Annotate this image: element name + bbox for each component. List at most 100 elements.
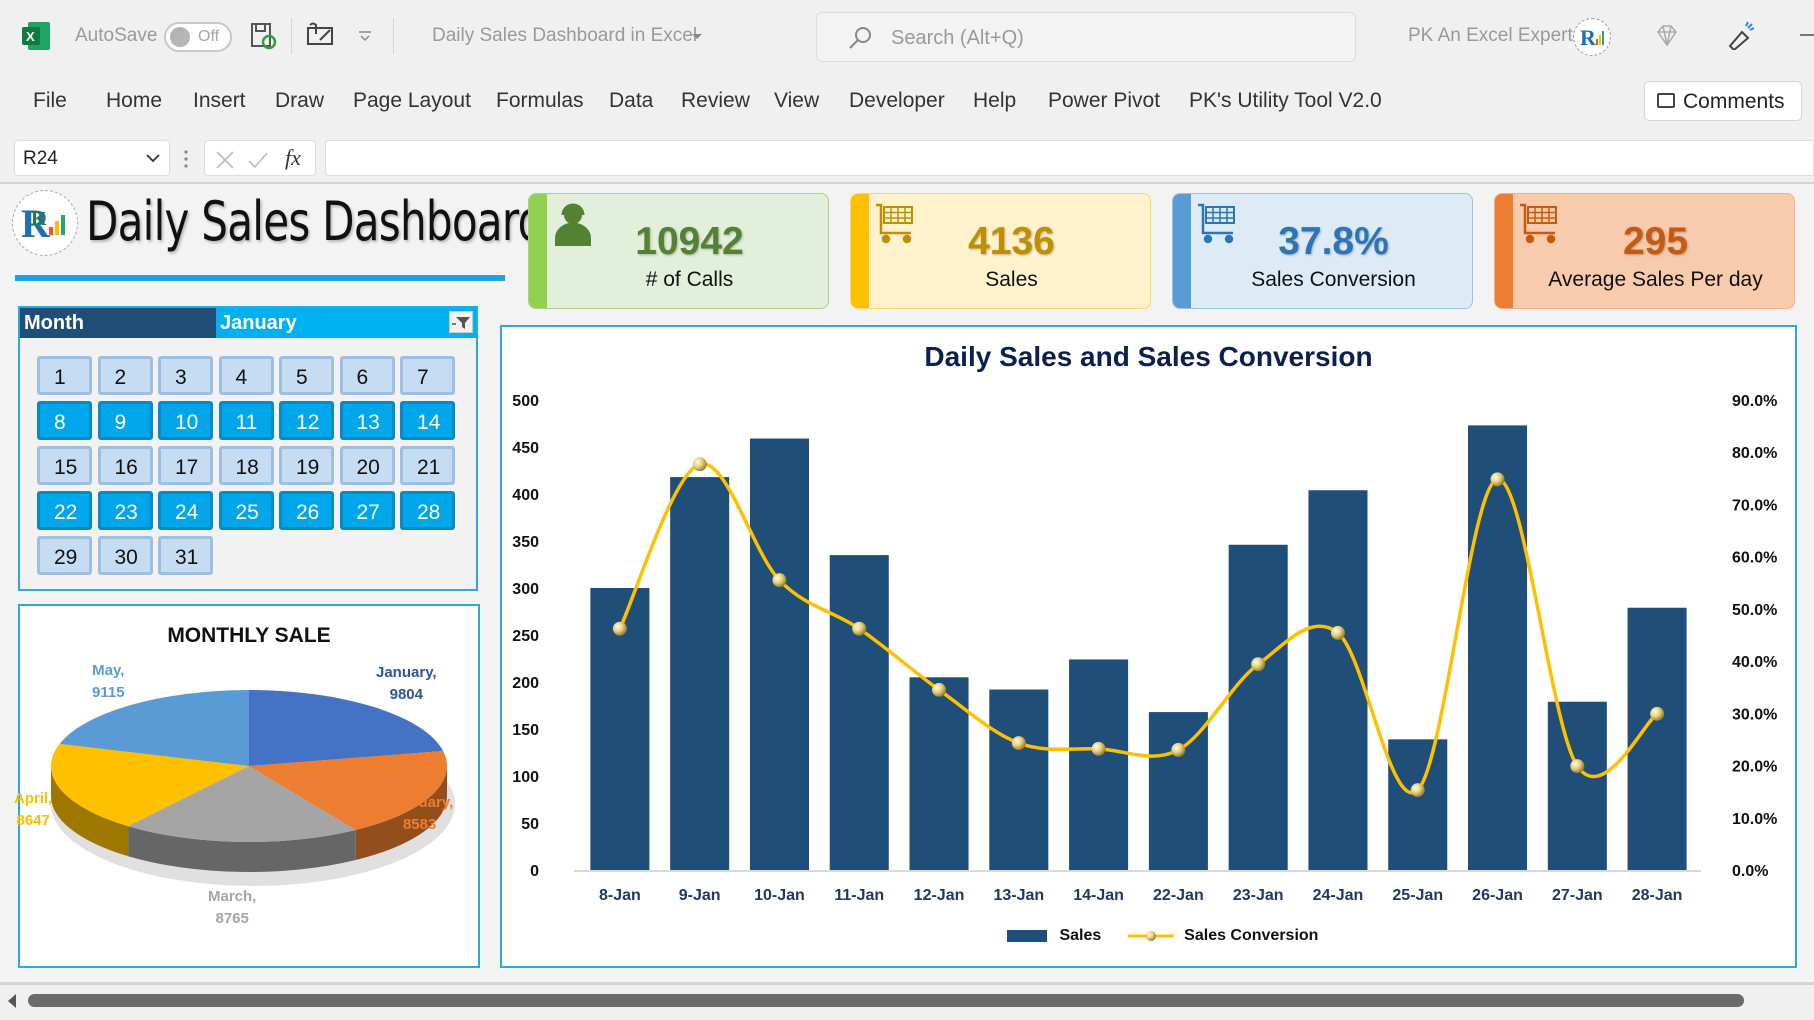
email-attach-icon[interactable] (306, 22, 336, 48)
point-conversion-14-Jan[interactable] (1091, 741, 1106, 756)
day-button-26[interactable]: 26 (279, 491, 334, 530)
tab-power-pivot[interactable]: Power Pivot (1048, 89, 1160, 113)
day-button-19[interactable]: 19 (279, 446, 334, 485)
day-button-2[interactable]: 2 (97, 356, 153, 395)
bar-sales-25-Jan[interactable] (1388, 739, 1448, 870)
bar-sales-13-Jan[interactable] (989, 689, 1049, 870)
horizontal-scrollbar[interactable] (0, 982, 1814, 1020)
day-button-10[interactable]: 10 (158, 401, 213, 440)
bar-sales-11-Jan[interactable] (829, 555, 889, 870)
bar-sales-22-Jan[interactable] (1148, 712, 1208, 870)
comments-button[interactable]: Comments (1644, 81, 1802, 121)
minimize-icon[interactable] (1800, 34, 1814, 36)
day-button-20[interactable]: 20 (339, 446, 395, 485)
point-conversion-10-Jan[interactable] (772, 573, 787, 588)
customize-toolbar-icon[interactable] (358, 30, 372, 42)
chevron-down-icon[interactable] (145, 153, 161, 163)
tab-page-layout[interactable]: Page Layout (353, 89, 471, 113)
point-conversion-26-Jan[interactable] (1490, 472, 1505, 487)
day-button-13[interactable]: 13 (339, 401, 395, 440)
bar-sales-23-Jan[interactable] (1228, 544, 1288, 870)
day-button-12[interactable]: 12 (279, 401, 334, 440)
diamond-premium-icon[interactable] (1654, 24, 1680, 48)
day-button-16[interactable]: 16 (97, 446, 153, 485)
chevron-down-icon[interactable] (691, 33, 703, 41)
feedback-megaphone-icon[interactable] (1726, 20, 1754, 50)
day-button-29[interactable]: 29 (37, 536, 92, 575)
day-button-17[interactable]: 17 (158, 446, 213, 485)
search-icon (849, 27, 871, 49)
day-button-1[interactable]: 1 (37, 356, 92, 395)
scrollbar-thumb[interactable] (28, 994, 1744, 1007)
day-button-15[interactable]: 15 (37, 446, 92, 485)
tab-home[interactable]: Home (106, 89, 162, 113)
clear-filter-button[interactable] (449, 311, 473, 333)
tab-review[interactable]: Review (681, 89, 750, 113)
tab-developer[interactable]: Developer (849, 89, 945, 113)
day-button-6[interactable]: 6 (339, 356, 395, 395)
day-button-7[interactable]: 7 (400, 356, 455, 395)
formula-input[interactable] (325, 140, 1814, 176)
search-box[interactable]: Search (Alt+Q) (816, 12, 1356, 62)
name-box[interactable]: R24 (14, 140, 170, 176)
point-conversion-23-Jan[interactable] (1251, 657, 1266, 672)
point-conversion-27-Jan[interactable] (1570, 759, 1585, 774)
document-title[interactable]: Daily Sales Dashboard in Excel (432, 25, 697, 47)
day-button-18[interactable]: 18 (218, 446, 274, 485)
more-options-icon[interactable] (183, 148, 189, 170)
day-button-27[interactable]: 27 (339, 491, 395, 530)
tab-help[interactable]: Help (973, 89, 1016, 113)
point-conversion-22-Jan[interactable] (1171, 742, 1186, 757)
day-button-3[interactable]: 3 (158, 356, 213, 395)
autosave-toggle[interactable]: Off (164, 22, 232, 52)
day-button-22[interactable]: 22 (37, 491, 92, 530)
bar-sales-14-Jan[interactable] (1069, 659, 1129, 870)
bar-sales-24-Jan[interactable] (1308, 490, 1368, 870)
day-button-25[interactable]: 25 (218, 491, 274, 530)
day-button-23[interactable]: 23 (97, 491, 153, 530)
day-button-28[interactable]: 28 (400, 491, 455, 530)
day-button-4[interactable]: 4 (218, 356, 274, 395)
point-conversion-25-Jan[interactable] (1410, 783, 1425, 798)
day-button-21[interactable]: 21 (400, 446, 455, 485)
enter-check-icon[interactable] (247, 150, 269, 170)
y-left-tick-label: 200 (512, 675, 539, 692)
point-conversion-9-Jan[interactable] (692, 457, 707, 472)
y-right-tick-label: 20.0% (1732, 759, 1777, 776)
user-avatar[interactable]: R (1573, 18, 1611, 56)
day-button-11[interactable]: 11 (218, 401, 274, 440)
bar-sales-10-Jan[interactable] (749, 438, 809, 870)
tab-pk-utility-tool[interactable]: PK's Utility Tool V2.0 (1189, 89, 1382, 113)
point-conversion-13-Jan[interactable] (1011, 736, 1026, 751)
point-conversion-11-Jan[interactable] (852, 621, 867, 636)
day-button-24[interactable]: 24 (158, 491, 213, 530)
point-conversion-28-Jan[interactable] (1650, 706, 1665, 721)
pie-label-name: May, (92, 662, 125, 679)
tab-formulas[interactable]: Formulas (496, 89, 584, 113)
pk-logo-icon: R K (21, 201, 65, 246)
slicer-selected-month[interactable]: January (216, 308, 476, 338)
day-button-30[interactable]: 30 (97, 536, 153, 575)
chart-legend: Sales Sales Conversion (1007, 927, 1318, 945)
tab-file[interactable]: File (33, 89, 67, 113)
bar-sales-26-Jan[interactable] (1468, 425, 1528, 870)
day-button-14[interactable]: 14 (400, 401, 455, 440)
tab-view[interactable]: View (774, 89, 819, 113)
comment-icon (1657, 93, 1675, 108)
save-sync-icon[interactable] (250, 22, 278, 50)
day-button-31[interactable]: 31 (158, 536, 213, 575)
day-button-8[interactable]: 8 (37, 401, 92, 440)
bar-sales-27-Jan[interactable] (1547, 701, 1607, 870)
tab-draw[interactable]: Draw (275, 89, 324, 113)
tab-insert[interactable]: Insert (193, 89, 246, 113)
scroll-left-arrow[interactable] (8, 994, 16, 1008)
point-conversion-24-Jan[interactable] (1330, 625, 1345, 640)
tab-data[interactable]: Data (609, 89, 653, 113)
bar-sales-9-Jan[interactable] (670, 477, 730, 870)
point-conversion-12-Jan[interactable] (932, 682, 947, 697)
day-button-5[interactable]: 5 (279, 356, 334, 395)
day-button-9[interactable]: 9 (97, 401, 153, 440)
insert-function-button[interactable]: fx (285, 145, 301, 171)
point-conversion-8-Jan[interactable] (612, 621, 627, 636)
cancel-icon[interactable] (215, 150, 235, 170)
